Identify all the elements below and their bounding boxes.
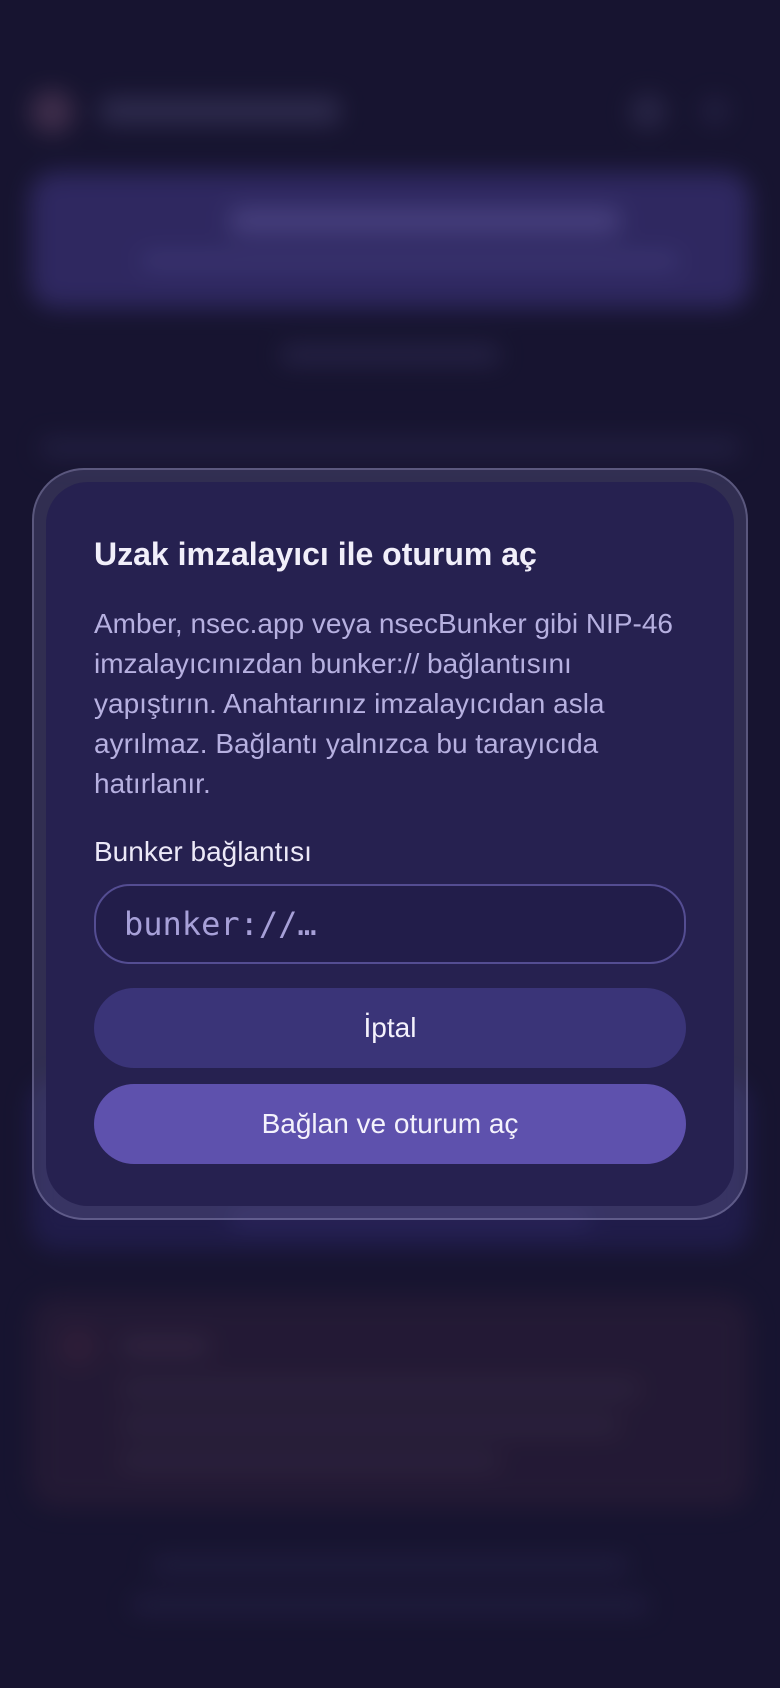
- dialog-title: Uzak imzalayıcı ile oturum aç: [94, 536, 537, 572]
- screen: Uzak imzalayıcı ile oturum aç Amber, nse…: [0, 0, 780, 1688]
- dialog-description: Amber, nsec.app veya nsecBunker gibi NIP…: [94, 608, 673, 799]
- connect-and-login-button[interactable]: Bağlan ve oturum aç: [94, 1084, 686, 1164]
- bunker-field-label: Bunker bağlantısı: [94, 836, 312, 867]
- dialog-frame: Uzak imzalayıcı ile oturum aç Amber, nse…: [32, 468, 748, 1220]
- bunker-url-input[interactable]: [94, 884, 686, 964]
- remote-signer-dialog: Uzak imzalayıcı ile oturum aç Amber, nse…: [46, 482, 734, 1206]
- cancel-button[interactable]: İptal: [94, 988, 686, 1068]
